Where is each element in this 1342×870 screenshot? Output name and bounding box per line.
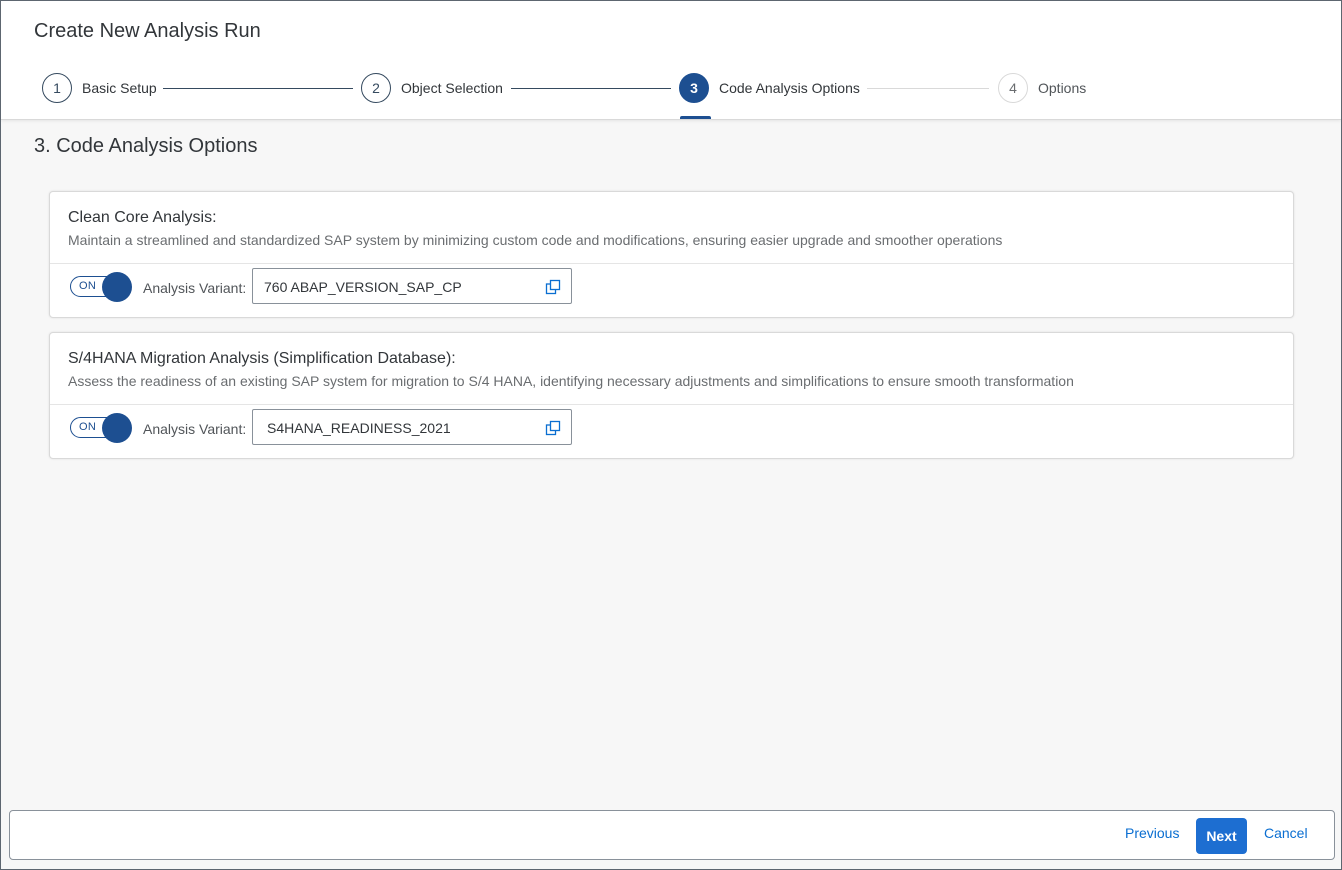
step-label: Basic Setup bbox=[82, 80, 157, 96]
step-label: Object Selection bbox=[401, 80, 503, 96]
cancel-button[interactable]: Cancel bbox=[1264, 825, 1308, 841]
step-number: 1 bbox=[42, 73, 72, 103]
switch-knob bbox=[102, 272, 132, 302]
step-number: 2 bbox=[361, 73, 391, 103]
step-number: 4 bbox=[998, 73, 1028, 103]
panel-description: Assess the readiness of an existing SAP … bbox=[68, 373, 1074, 389]
wizard-step-object-selection[interactable]: 2 Object Selection bbox=[361, 72, 503, 104]
variant-value: S4HANA_READINESS_2021 bbox=[267, 420, 451, 436]
panel-header: S/4HANA Migration Analysis (Simplificati… bbox=[50, 333, 1293, 405]
section-title: 3. Code Analysis Options bbox=[34, 135, 258, 157]
step-connector-3-4 bbox=[867, 88, 989, 89]
step-label: Options bbox=[1038, 80, 1087, 96]
analysis-variant-label: Analysis Variant: bbox=[143, 280, 247, 296]
switch-knob bbox=[102, 413, 132, 443]
clean-core-analysis-panel: Clean Core Analysis: Maintain a streamli… bbox=[49, 191, 1294, 318]
next-button[interactable]: Next bbox=[1196, 818, 1247, 854]
step-label: Code Analysis Options bbox=[719, 80, 860, 96]
panel-title: Clean Core Analysis: bbox=[68, 209, 217, 226]
clean-core-variant-input[interactable]: 760 ABAP_VERSION_SAP_CP bbox=[252, 268, 572, 304]
value-help-icon[interactable] bbox=[545, 420, 561, 436]
panel-header: Clean Core Analysis: Maintain a streamli… bbox=[50, 192, 1293, 264]
dialog-footer: Previous Next Cancel bbox=[9, 810, 1335, 860]
wizard-step-basic-setup[interactable]: 1 Basic Setup bbox=[42, 72, 157, 104]
step-connector-2-3 bbox=[511, 88, 671, 89]
previous-button[interactable]: Previous bbox=[1125, 825, 1179, 841]
switch-state-text: ON bbox=[79, 280, 97, 292]
dialog-title: Create New Analysis Run bbox=[34, 20, 261, 42]
analysis-variant-label: Analysis Variant: bbox=[143, 421, 247, 437]
step-connector-1-2 bbox=[163, 88, 353, 89]
wizard-step-options[interactable]: 4 Options bbox=[998, 72, 1086, 104]
step-number: 3 bbox=[679, 73, 709, 103]
wizard-step-code-analysis-options[interactable]: 3 Code Analysis Options bbox=[679, 72, 860, 104]
switch-state-text: ON bbox=[79, 421, 97, 433]
clean-core-analysis-switch[interactable]: ON bbox=[70, 272, 132, 302]
value-help-icon[interactable] bbox=[545, 279, 561, 295]
active-step-indicator bbox=[680, 116, 711, 119]
s4hana-migration-analysis-panel: S/4HANA Migration Analysis (Simplificati… bbox=[49, 332, 1294, 459]
s4hana-migration-analysis-switch[interactable]: ON bbox=[70, 413, 132, 443]
panel-title: S/4HANA Migration Analysis (Simplificati… bbox=[68, 350, 456, 367]
variant-value: 760 ABAP_VERSION_SAP_CP bbox=[264, 279, 462, 295]
dialog-header: Create New Analysis Run 1 Basic Setup 2 … bbox=[1, 1, 1341, 120]
panel-description: Maintain a streamlined and standardized … bbox=[68, 232, 1003, 248]
s4hana-variant-input[interactable]: S4HANA_READINESS_2021 bbox=[252, 409, 572, 445]
create-analysis-run-dialog: Create New Analysis Run 1 Basic Setup 2 … bbox=[1, 1, 1341, 869]
wizard-content: 3. Code Analysis Options Clean Core Anal… bbox=[1, 120, 1341, 810]
